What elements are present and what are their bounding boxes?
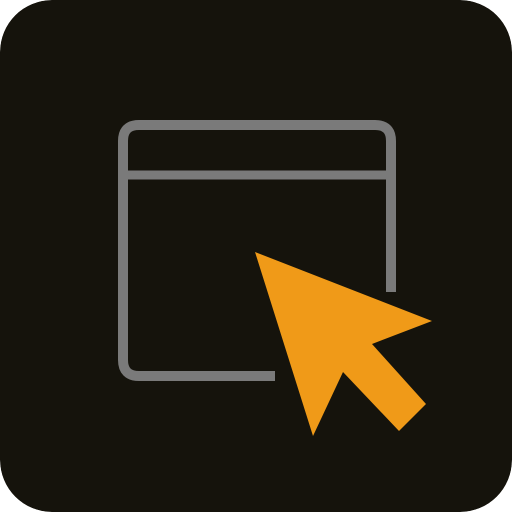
app-icon-background [0,0,512,512]
app-icon-graphic [0,0,512,512]
app-icon[interactable] [0,0,512,512]
